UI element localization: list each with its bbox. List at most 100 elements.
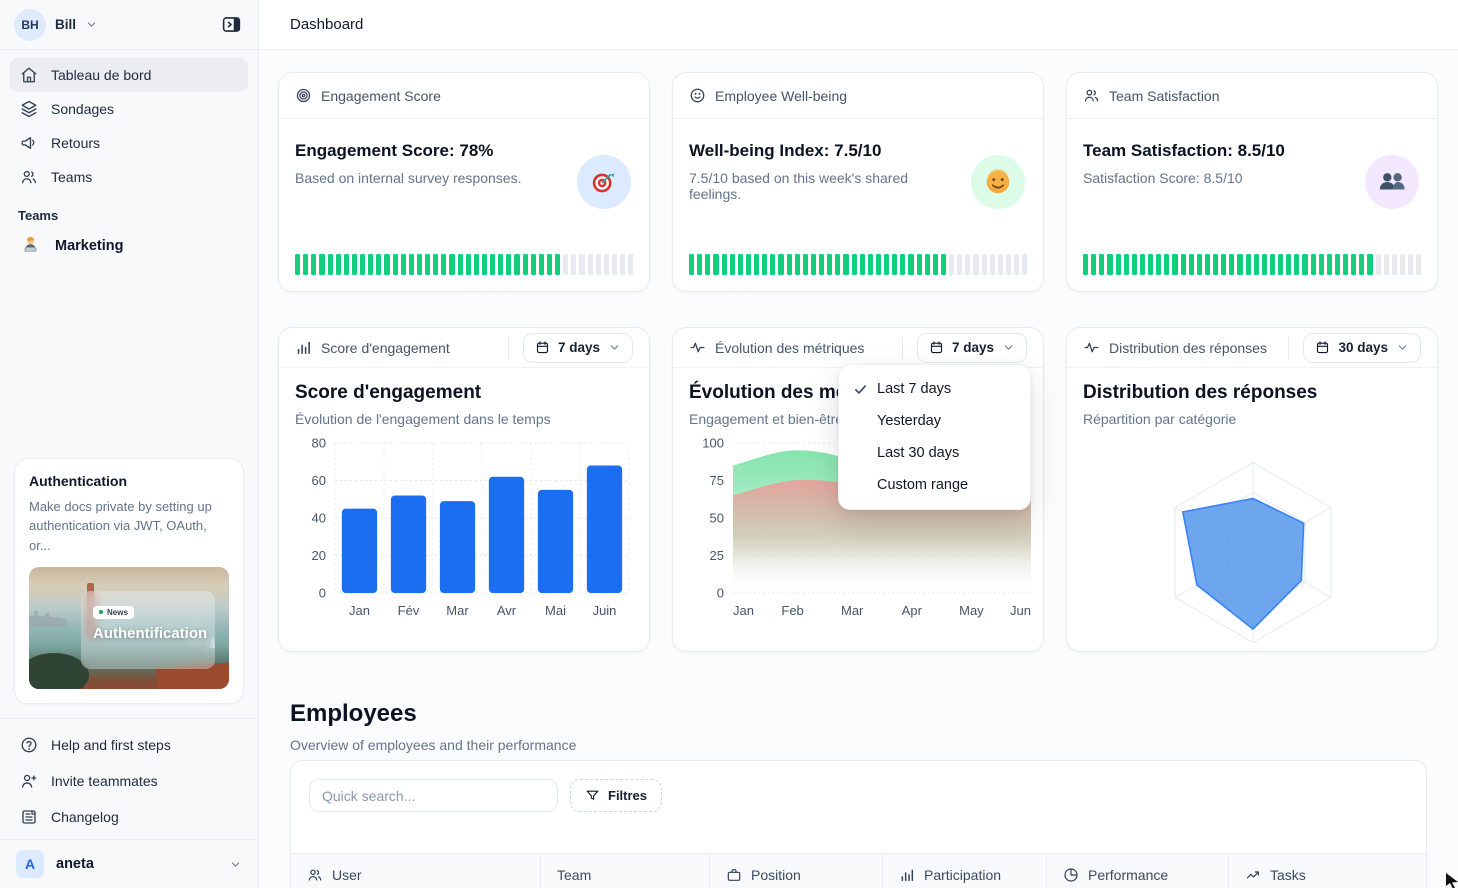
progress-segment bbox=[722, 254, 727, 275]
sidebar-item-sondages[interactable]: Sondages bbox=[10, 92, 248, 126]
bar-chart: 020406080JanFévMarAvrMaiJuin bbox=[295, 431, 633, 628]
progress-segment bbox=[973, 254, 978, 275]
progress-segment bbox=[523, 254, 528, 275]
users-icon bbox=[20, 168, 38, 186]
progress-segment bbox=[1254, 254, 1259, 275]
progress-segment bbox=[1205, 254, 1210, 275]
sidebar-item-retours[interactable]: Retours bbox=[10, 126, 248, 160]
svg-text:Jan: Jan bbox=[349, 603, 370, 618]
range-select-button[interactable]: 7 days bbox=[917, 333, 1027, 363]
progress-segment bbox=[482, 254, 487, 275]
menu-item-custom-range[interactable]: Custom range bbox=[839, 469, 1030, 501]
filters-button[interactable]: Filtres bbox=[570, 779, 662, 812]
progress-segment bbox=[498, 254, 503, 275]
progress-segment bbox=[1116, 254, 1121, 275]
progress-segment bbox=[819, 254, 824, 275]
progress-segment bbox=[1189, 254, 1194, 275]
progress-segment bbox=[1124, 254, 1129, 275]
progress-segment bbox=[1408, 254, 1413, 275]
search-input[interactable] bbox=[309, 779, 558, 812]
progress-segment bbox=[571, 254, 576, 275]
svg-text:25: 25 bbox=[710, 548, 724, 563]
promo-card[interactable]: Authentication Make docs private by sett… bbox=[14, 458, 244, 705]
stat-description: 7.5/10 based on this week's shared feeli… bbox=[689, 170, 939, 202]
progress-segment bbox=[754, 254, 759, 275]
svg-text:75: 75 bbox=[710, 473, 724, 488]
progress-segment bbox=[1367, 254, 1372, 275]
progress-segment bbox=[965, 254, 970, 275]
progress-segment bbox=[336, 254, 341, 275]
progress-segment bbox=[1148, 254, 1153, 275]
progress-segment bbox=[1384, 254, 1389, 275]
foliage-shape bbox=[29, 653, 89, 689]
column-header-performance[interactable]: Performance bbox=[1047, 854, 1229, 888]
skyline-shape bbox=[29, 611, 67, 627]
changelog-icon bbox=[20, 808, 38, 826]
column-header-participation[interactable]: Participation bbox=[883, 854, 1047, 888]
svg-text:80: 80 bbox=[312, 436, 326, 451]
progress-segment bbox=[1286, 254, 1291, 275]
promo-overlay-card: News Authentification bbox=[81, 591, 215, 669]
chart-title: Distribution des réponses bbox=[1083, 382, 1421, 404]
svg-text:60: 60 bbox=[312, 473, 326, 488]
engagement-chart-card: Score d'engagement 7 days Score d'engage… bbox=[278, 327, 650, 652]
menu-item-label: Last 30 days bbox=[877, 445, 959, 461]
progress-segment bbox=[1006, 254, 1011, 275]
progress-segment bbox=[713, 254, 718, 275]
progress-segment bbox=[1099, 254, 1104, 275]
radar-chart bbox=[1083, 431, 1421, 671]
progress-segment bbox=[1083, 254, 1088, 275]
sidebar-item-tableau-de-bord[interactable]: Tableau de bord bbox=[10, 58, 248, 92]
progress-segment bbox=[514, 254, 519, 275]
team-satisfaction-card: Team Satisfaction Team Satisfaction: 8.5… bbox=[1066, 72, 1438, 292]
menu-item-yesterday[interactable]: Yesterday bbox=[839, 405, 1030, 437]
collapse-sidebar-icon[interactable] bbox=[218, 12, 244, 38]
menu-item-label: Custom range bbox=[877, 477, 968, 493]
teams-section-label: Teams bbox=[0, 194, 258, 229]
smile-badge-icon bbox=[971, 155, 1025, 209]
svg-text:Mar: Mar bbox=[446, 603, 469, 618]
stat-description: Satisfaction Score: 8.5/10 bbox=[1083, 170, 1333, 186]
bar-chart-icon bbox=[295, 339, 312, 356]
sidebar-item-changelog[interactable]: Changelog bbox=[10, 799, 248, 835]
workspace-switcher[interactable]: A aneta bbox=[0, 839, 258, 888]
progress-segment bbox=[1294, 254, 1299, 275]
progress-segment bbox=[620, 254, 625, 275]
column-header-user[interactable]: User bbox=[291, 854, 541, 888]
progress-bar bbox=[295, 254, 633, 275]
sidebar-user-row[interactable]: BH Bill bbox=[0, 0, 258, 50]
sidebar-item-invite-teammates[interactable]: Invite teammates bbox=[10, 763, 248, 799]
sidebar-item-help-and-first-steps[interactable]: Help and first steps bbox=[10, 727, 248, 763]
progress-segment bbox=[352, 254, 357, 275]
chevron-down-icon bbox=[85, 18, 98, 31]
progress-segment bbox=[1022, 254, 1027, 275]
column-header-team[interactable]: Team bbox=[541, 854, 710, 888]
chevron-down-icon bbox=[229, 858, 242, 871]
menu-item-last-7-days[interactable]: Last 7 days bbox=[839, 373, 1030, 405]
range-select-button[interactable]: 7 days bbox=[523, 333, 633, 363]
progress-segment bbox=[441, 254, 446, 275]
sidebar-item-teams[interactable]: Teams bbox=[10, 160, 248, 194]
progress-segment bbox=[1164, 254, 1169, 275]
progress-segment bbox=[588, 254, 593, 275]
column-header-position[interactable]: Position bbox=[710, 854, 883, 888]
progress-segment bbox=[1237, 254, 1242, 275]
range-select-button[interactable]: 30 days bbox=[1303, 333, 1421, 363]
workspace-name: aneta bbox=[56, 856, 94, 872]
stat-title: Engagement Score: 78% bbox=[295, 141, 633, 161]
menu-item-last-30-days[interactable]: Last 30 days bbox=[839, 437, 1030, 469]
briefcase-icon bbox=[726, 867, 742, 883]
progress-segment bbox=[319, 254, 324, 275]
progress-segment bbox=[762, 254, 767, 275]
progress-segment bbox=[941, 254, 946, 275]
sidebar-item-marketing[interactable]: Marketing bbox=[0, 229, 258, 263]
svg-text:0: 0 bbox=[319, 586, 326, 601]
progress-segment bbox=[1376, 254, 1381, 275]
progress-segment bbox=[417, 254, 422, 275]
person-technologist-icon bbox=[20, 234, 41, 259]
calendar-icon bbox=[1315, 340, 1330, 355]
svg-text:50: 50 bbox=[710, 511, 724, 526]
sidebar-item-label: Retours bbox=[51, 135, 100, 151]
column-header-tasks[interactable]: Tasks bbox=[1229, 854, 1426, 888]
users-badge-icon bbox=[1365, 155, 1419, 209]
